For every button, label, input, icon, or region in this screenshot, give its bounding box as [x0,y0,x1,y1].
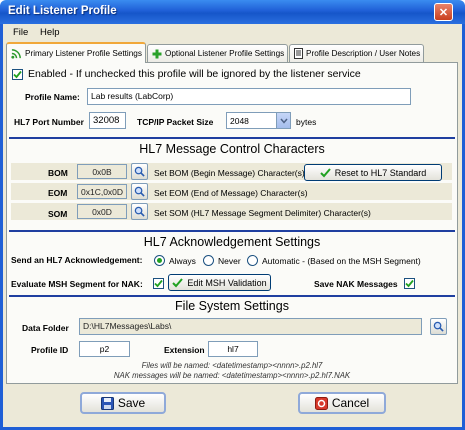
tab-description[interactable]: Profile Description / User Notes [289,44,424,62]
save-nak-label: Save NAK Messages [314,279,398,289]
edit-msh-button[interactable]: Edit MSH Validation [168,274,271,291]
tab-primary-settings[interactable]: Primary Listener Profile Settings [6,42,146,63]
close-button[interactable]: ✕ [434,3,453,21]
checkmark-icon [405,279,414,288]
port-field[interactable]: 32008 [89,112,126,129]
bom-search-button[interactable] [131,163,148,180]
data-folder-field: D:\HL7Messages\Labs\ [79,318,422,335]
bom-description: Set BOM (Begin Message) Character(s) [154,168,305,178]
tab-primary-label: Primary Listener Profile Settings [25,49,142,58]
control-chars-title: HL7 Message Control Characters [139,142,325,156]
som-value: 0x0D [77,204,127,219]
search-icon [433,321,444,332]
radio-selected-dot [157,258,162,263]
menu-bar [3,24,462,42]
save-button[interactable]: Save [80,392,166,414]
radio-always[interactable] [154,255,165,266]
radio-automatic[interactable] [247,255,258,266]
checkmark-icon [154,279,163,288]
bom-label: BOM [48,168,68,178]
floppy-disk-icon [100,396,114,410]
tab-optional-label: Optional Listener Profile Settings [165,49,285,58]
tab-optional-settings[interactable]: Optional Listener Profile Settings [147,44,288,62]
send-ack-label: Send an HL7 Acknowledgement: [11,255,143,265]
checkmark-icon [13,70,22,79]
checkmark-icon [320,167,331,177]
enabled-checkbox[interactable] [12,69,23,80]
document-icon [294,48,303,59]
profile-name-label: Profile Name: [25,92,80,102]
extension-label: Extension [164,345,205,355]
port-label: HL7 Port Number [14,117,84,127]
chevron-down-icon [276,113,290,128]
data-folder-label: Data Folder [22,323,69,333]
checkmark-icon [172,277,184,287]
eom-search-button[interactable] [131,183,148,200]
tab-description-label: Profile Description / User Notes [306,49,421,58]
profile-name-field[interactable]: Lab results (LabCorp) [87,88,411,105]
radio-automatic-label: Automatic - (Based on the MSH Segment) [262,256,421,266]
radio-never[interactable] [203,255,214,266]
ack-title: HL7 Acknowledgement Settings [143,235,321,249]
profile-id-field[interactable]: p2 [79,341,130,357]
profile-id-label: Profile ID [31,345,69,355]
menu-file[interactable]: File [13,27,28,38]
wifi-icon [11,49,21,59]
reset-hl7-button[interactable]: Reset to HL7 Standard [304,164,442,181]
files-naming-note: Files will be named: <datetimestamp><nnn… [141,361,323,370]
eval-msh-checkbox[interactable] [153,278,164,289]
cancel-icon [314,396,328,410]
packet-size-select[interactable]: 2048 [226,112,291,129]
enabled-label: Enabled - If unchecked this profile will… [28,68,361,80]
tab-panel [6,62,458,384]
som-description: Set SOM (HL7 Message Segment Delimiter) … [154,208,371,218]
divider [9,137,455,139]
som-label: SOM [48,209,68,219]
packet-size-label: TCP/IP Packet Size [137,117,214,127]
search-icon [134,206,145,217]
eom-description: Set EOM (End of Message) Character(s) [154,188,308,198]
folder-search-button[interactable] [430,318,447,335]
radio-never-label: Never [218,256,241,266]
reset-hl7-label: Reset to HL7 Standard [334,167,427,178]
packet-unit: bytes [296,117,317,127]
save-label: Save [117,396,146,410]
eval-msh-label: Evaluate MSH Segment for NAK: [11,279,143,289]
eom-value: 0x1C,0x0D [77,184,127,199]
packet-size-value: 2048 [230,115,249,126]
cancel-label: Cancel [331,396,370,410]
eom-label: EOM [48,188,68,198]
extension-field[interactable]: hl7 [208,341,258,357]
divider [9,230,455,232]
menu-help[interactable]: Help [40,27,60,38]
filesystem-title: File System Settings [175,299,289,313]
edit-msh-label: Edit MSH Validation [187,277,267,288]
som-search-button[interactable] [131,203,148,220]
radio-always-label: Always [169,256,196,266]
plus-icon [152,49,162,58]
window-title: Edit Listener Profile [8,5,117,17]
search-icon [134,166,145,177]
search-icon [134,186,145,197]
nak-naming-note: NAK messages will be named: <datetimesta… [113,371,351,380]
close-icon: ✕ [438,6,449,19]
cancel-button[interactable]: Cancel [298,392,386,414]
bom-value: 0x0B [77,164,127,179]
divider [9,295,455,297]
save-nak-checkbox[interactable] [404,278,415,289]
